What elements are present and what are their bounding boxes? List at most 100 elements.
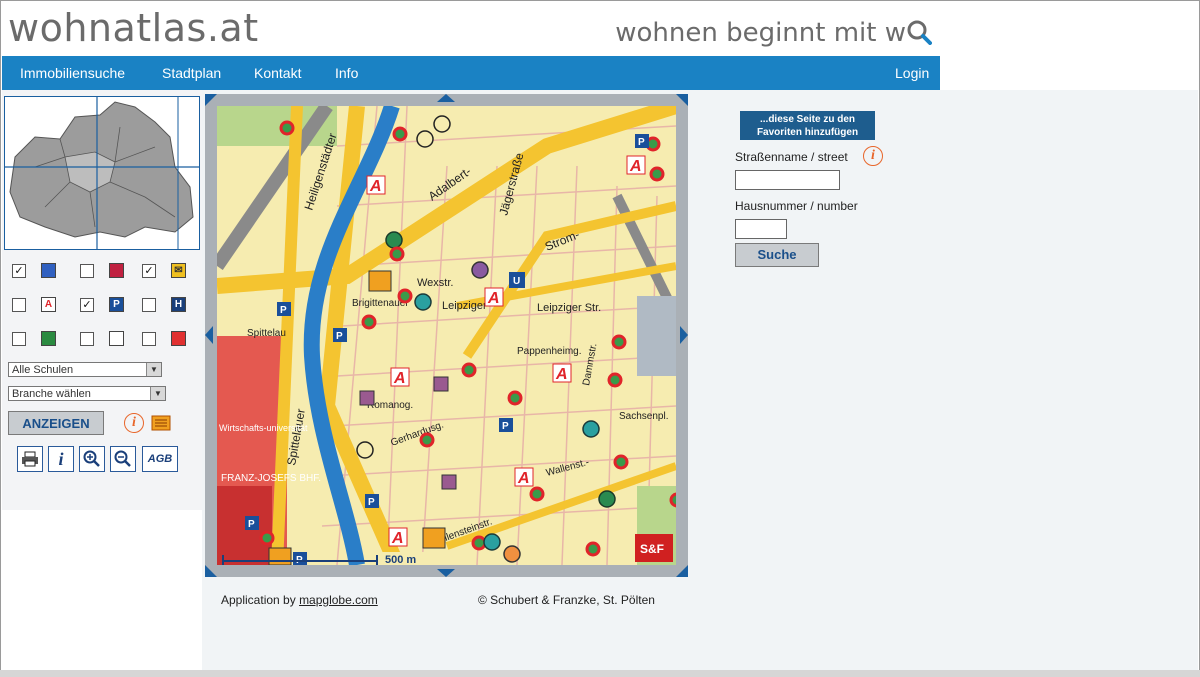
shop-marker-icon[interactable] <box>649 166 665 182</box>
shop-marker-icon[interactable] <box>669 492 676 508</box>
shop-marker-icon[interactable] <box>507 390 523 406</box>
agb-button[interactable]: AGB <box>142 446 178 472</box>
parking-icon[interactable]: P <box>368 497 375 508</box>
pharmacy-icon[interactable]: A <box>391 530 404 547</box>
doctor-marker-icon[interactable] <box>414 293 432 311</box>
credit-prefix: Application by <box>221 593 296 607</box>
kindergarten-marker-icon[interactable] <box>356 441 374 459</box>
post-icon[interactable] <box>268 547 292 565</box>
parking-icon[interactable]: P <box>336 331 343 342</box>
pharmacy-icon: A <box>41 297 56 312</box>
parking-icon[interactable]: P <box>502 421 509 432</box>
post-icon[interactable] <box>422 527 446 549</box>
zoom-out-button[interactable] <box>110 446 136 472</box>
shop-marker-icon[interactable] <box>613 454 629 470</box>
shop-marker-icon[interactable] <box>419 432 435 448</box>
shop-marker-icon[interactable] <box>259 530 275 546</box>
search-button[interactable]: Suche <box>735 243 819 267</box>
shop-marker-icon[interactable] <box>611 334 627 350</box>
parking-icon[interactable]: P <box>248 519 255 530</box>
shop-marker-icon[interactable] <box>607 372 623 388</box>
pan-south-icon[interactable] <box>437 569 455 577</box>
add-favorites-button[interactable]: ...diese Seite zu den Favoriten hinzufüg… <box>740 111 875 140</box>
park-icon <box>41 331 56 346</box>
nav-kontakt[interactable]: Kontakt <box>254 65 301 81</box>
print-button[interactable] <box>17 446 43 472</box>
shop-marker-icon[interactable] <box>461 362 477 378</box>
school-marker-icon[interactable] <box>385 231 403 249</box>
layer-checkbox[interactable] <box>142 332 156 346</box>
pan-north-icon[interactable] <box>437 94 455 102</box>
shop-marker-icon[interactable] <box>361 314 377 330</box>
pharmacy-icon[interactable]: A <box>517 470 530 487</box>
school-marker-icon[interactable] <box>598 490 616 508</box>
site-logo[interactable]: wohnatlas.at <box>8 6 259 50</box>
layer-checkbox[interactable] <box>80 264 94 278</box>
pharmacy-icon[interactable]: A <box>369 178 382 195</box>
legend-icon[interactable] <box>150 413 174 433</box>
institution-marker-icon[interactable] <box>441 474 457 490</box>
info-icon[interactable]: i <box>124 413 144 433</box>
doctor-marker-icon[interactable] <box>483 533 501 551</box>
nav-login[interactable]: Login <box>895 65 929 81</box>
city-map[interactable]: Heiligenstädter Adalbert- Jägerstraße St… <box>217 106 676 565</box>
shop-marker-icon[interactable] <box>585 541 601 557</box>
nav-immobiliensuche[interactable]: Immobiliensuche <box>20 65 125 81</box>
layer-checkbox[interactable] <box>12 332 26 346</box>
shop-marker-icon[interactable] <box>471 535 487 551</box>
post-icon: ✉ <box>171 263 186 278</box>
pan-se-icon[interactable] <box>676 565 688 577</box>
info-button[interactable]: i <box>48 446 74 472</box>
shop-marker-icon[interactable] <box>279 120 295 136</box>
nav-info[interactable]: Info <box>335 65 358 81</box>
mapglobe-link[interactable]: mapglobe.com <box>299 593 378 607</box>
street-label: Sachsenpl. <box>619 411 668 422</box>
number-input[interactable] <box>735 219 787 239</box>
institution-marker-icon[interactable] <box>433 376 449 392</box>
zoom-in-button[interactable] <box>79 446 105 472</box>
layer-checkbox[interactable] <box>80 332 94 346</box>
subway-icon[interactable]: U <box>513 276 520 287</box>
nav-stadtplan[interactable]: Stadtplan <box>162 65 221 81</box>
street-label: Straßenname / street <box>735 150 848 164</box>
layer-checkbox[interactable]: ✓ <box>12 264 26 278</box>
shop-marker-icon[interactable] <box>397 288 413 304</box>
pan-sw-icon[interactable] <box>205 565 217 577</box>
pan-east-icon[interactable] <box>680 326 688 344</box>
layer-checkbox[interactable] <box>142 298 156 312</box>
pharmacy-icon[interactable]: A <box>393 370 406 387</box>
kindergarten-marker-icon[interactable] <box>433 115 451 133</box>
shop-marker-icon[interactable] <box>529 486 545 502</box>
pan-nw-icon[interactable] <box>205 94 217 106</box>
school-select[interactable]: Alle Schulen ▼ <box>8 362 162 377</box>
layer-checkbox[interactable] <box>12 298 26 312</box>
magnifier-logo-icon <box>907 20 932 45</box>
show-button[interactable]: ANZEIGEN <box>8 411 104 435</box>
church-marker-icon[interactable] <box>471 261 489 279</box>
parking-icon[interactable]: P <box>280 305 287 316</box>
layer-checkbox[interactable]: ✓ <box>80 298 94 312</box>
shop-marker-icon[interactable] <box>389 246 405 262</box>
pharmacy-icon[interactable]: A <box>555 366 568 383</box>
branch-select[interactable]: Branche wählen ▼ <box>8 386 166 401</box>
street-label: Spittelau <box>247 328 286 339</box>
pharmacy-icon[interactable]: A <box>487 290 500 307</box>
pan-ne-icon[interactable] <box>676 94 688 106</box>
post-icon[interactable] <box>368 270 392 292</box>
site-slogan: wohnen beginnt mit w <box>615 18 932 48</box>
parking-icon[interactable]: P <box>638 137 645 148</box>
layer-checkbox[interactable]: ✓ <box>142 264 156 278</box>
street-label: Wirtschafts-universität <box>219 423 308 433</box>
institution-marker-icon[interactable] <box>359 390 375 406</box>
overview-map[interactable] <box>4 96 200 250</box>
category-icon <box>171 331 186 346</box>
shop-marker-icon[interactable] <box>392 126 408 142</box>
leisure-marker-icon[interactable] <box>503 545 521 563</box>
info-icon[interactable]: i <box>863 146 883 166</box>
pharmacy-icon[interactable]: A <box>629 158 642 175</box>
pan-west-icon[interactable] <box>205 326 213 344</box>
kindergarten-marker-icon[interactable] <box>416 130 434 148</box>
street-label: Gerhardusg. <box>389 419 445 448</box>
doctor-marker-icon[interactable] <box>582 420 600 438</box>
street-input[interactable] <box>735 170 840 190</box>
